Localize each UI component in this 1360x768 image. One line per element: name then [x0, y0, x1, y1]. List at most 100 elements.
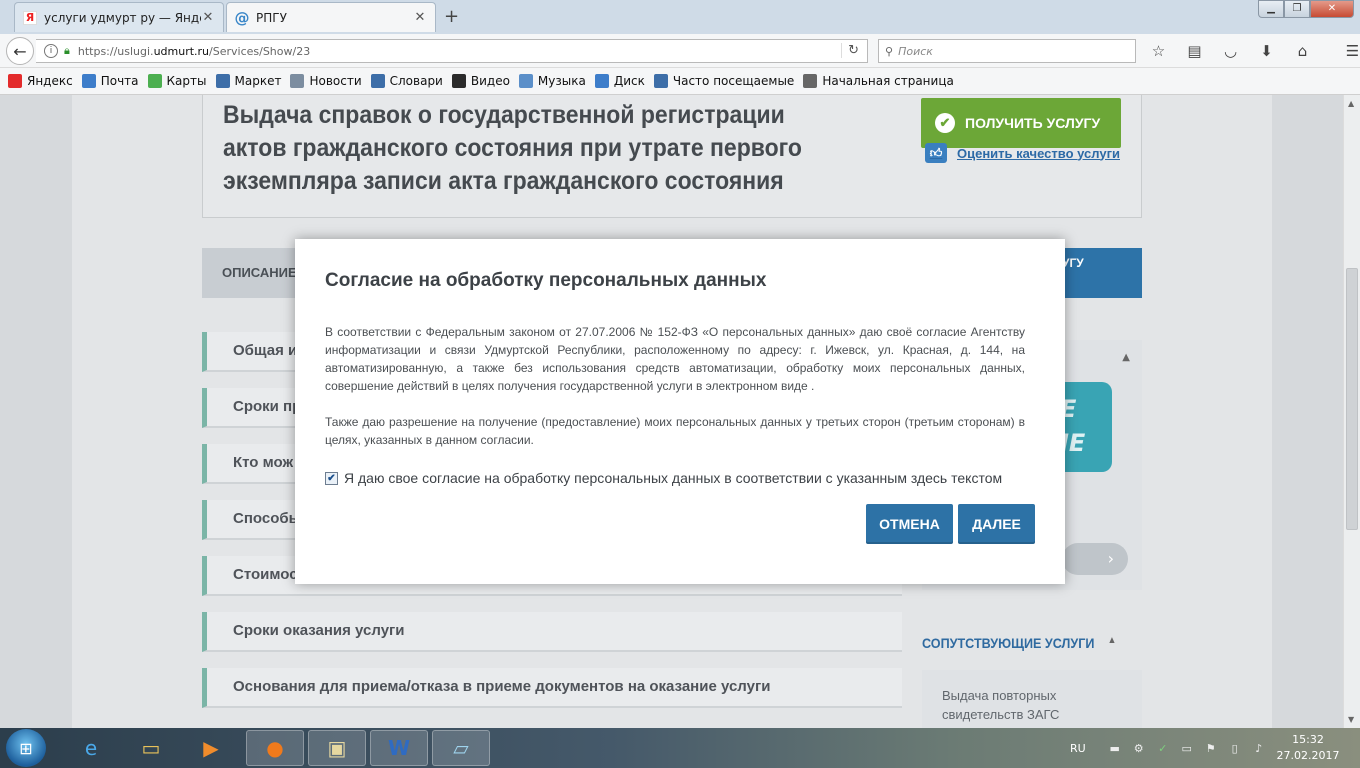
related-services-label: СОПУТСТВУЮЩИЕ УСЛУГИ	[922, 635, 1095, 651]
accordion-grounds[interactable]: Основания для приема/отказа в приеме док…	[202, 668, 902, 708]
dialog-body: В соответствии с Федеральным законом от …	[325, 323, 1025, 449]
navigation-bar: ← i 🔒︎ https://uslugi. udmurt.ru/Services…	[0, 34, 1360, 68]
video-icon	[451, 74, 466, 88]
antivirus-icon[interactable]: ✓	[1156, 742, 1170, 755]
consent-paragraph: В соответствии с Федеральным законом от …	[325, 325, 1025, 393]
tab-bar: Я услуги удмурт ру — Янде... ✕ @ РПГУ ✕ …	[0, 0, 1360, 34]
system-clock[interactable]: 15:32 27.02.2017	[1268, 732, 1348, 764]
bookmark-star-icon[interactable]: ☆	[1148, 42, 1169, 60]
service-title: Выдача справок о государственной регистр…	[223, 101, 802, 195]
search-input[interactable]: ⚲ Поиск	[878, 39, 1136, 63]
info-icon[interactable]: i	[44, 44, 58, 58]
maps-icon	[147, 74, 162, 88]
bookmark-label: Карты	[166, 74, 207, 88]
scroll-down-icon[interactable]: ▼	[1348, 715, 1354, 724]
bookmark-item[interactable]: Маркет	[215, 74, 282, 88]
file-explorer-icon[interactable]: ▭	[122, 730, 180, 766]
media-player-icon[interactable]: ▶	[182, 730, 240, 766]
new-tab-icon[interactable]: +	[444, 6, 459, 27]
get-service-label: ПОЛУЧИТЬ УСЛУГУ	[965, 115, 1101, 131]
download-icon[interactable]: ⬇	[1256, 42, 1277, 60]
bookmark-label: Музыка	[537, 74, 586, 88]
volume-icon[interactable]: ♪	[1252, 742, 1266, 755]
yandex-icon	[8, 74, 22, 88]
taskbar: ⊞ e ▭ ▶ ● ▣ W ▱ RU ▬ ⚙ ✓ ▭ ⚑ ▯ ♪ 15:32 2…	[0, 728, 1360, 768]
bookmark-label: Маркет	[234, 74, 282, 88]
restore-icon[interactable]: ❐	[1284, 0, 1310, 18]
bookmark-item[interactable]: Начальная страница	[803, 74, 954, 88]
collapse-caret-icon[interactable]: ▲	[1107, 635, 1116, 646]
bookmark-label: Диск	[613, 74, 645, 88]
bookmark-item[interactable]: Карты	[147, 74, 207, 88]
close-window-icon[interactable]: ✕	[1310, 0, 1354, 18]
firefox-icon[interactable]: ●	[246, 730, 304, 766]
internet-explorer-icon[interactable]: e	[62, 730, 120, 766]
minimize-icon[interactable]: ▁	[1258, 0, 1284, 18]
windows-start-icon[interactable]: ⊞	[6, 729, 46, 767]
close-tab-icon[interactable]: ✕	[201, 10, 215, 25]
network-icon[interactable]: ▭	[1180, 742, 1194, 755]
mail-icon	[81, 74, 96, 88]
scroll-up-icon[interactable]: ▲	[1348, 99, 1354, 108]
bookmark-label: Яндекс	[27, 74, 73, 88]
tab-get-service[interactable]: УГУ	[1052, 248, 1142, 298]
settings-icon[interactable]: ⚙	[1132, 742, 1146, 755]
bookmark-item[interactable]: Музыка	[518, 74, 586, 88]
back-arrow-icon[interactable]: ←	[6, 37, 34, 65]
toolbar-icons: ☆ ▤ ◡ ⬇ ⌂ ☰	[1148, 42, 1360, 60]
collapse-caret-icon[interactable]: ▲	[1122, 352, 1130, 363]
bookmark-item[interactable]: Диск	[594, 74, 645, 88]
bookmark-item[interactable]: Почта	[81, 74, 139, 88]
url-prefix: https://uslugi.	[77, 44, 154, 58]
home-icon[interactable]: ⌂	[1292, 42, 1313, 60]
word-icon[interactable]: W	[370, 730, 428, 766]
consent-checkbox-row[interactable]: ✔ Я даю свое согласие на обработку персо…	[325, 470, 1002, 486]
page-scrollbar[interactable]: ▲ ▼	[1343, 95, 1360, 728]
bookmark-item[interactable]: Часто посещаемые	[653, 74, 794, 88]
lock-icon[interactable]: 🔒︎	[64, 44, 70, 58]
thumbs-up-icon: 👍︎	[925, 143, 947, 163]
service-header: Выдача справок о государственной регистр…	[202, 95, 1142, 218]
clock-date: 27.02.2017	[1276, 749, 1340, 762]
reload-icon[interactable]: ↻	[841, 43, 859, 58]
get-service-button[interactable]: ✔ ПОЛУЧИТЬ УСЛУГУ	[921, 98, 1121, 148]
bookmark-label: Словари	[389, 74, 443, 88]
notepad-icon[interactable]: ▱	[432, 730, 490, 766]
system-tray: RU ▬ ⚙ ✓ ▭ ⚑ ▯ ♪	[1070, 728, 1266, 768]
related-service-item[interactable]: Выдача повторных свидетельств ЗАГС	[922, 670, 1142, 728]
next-button[interactable]: ДАЛЕЕ	[958, 504, 1035, 544]
bookmark-item[interactable]: Яндекс	[8, 74, 73, 88]
bookmark-item[interactable]: Словари	[370, 74, 443, 88]
close-tab-icon[interactable]: ✕	[413, 10, 427, 25]
keyboard-icon[interactable]: ▬	[1108, 742, 1122, 755]
dictionary-icon	[370, 74, 385, 88]
clock-time: 15:32	[1292, 733, 1324, 746]
pocket-icon[interactable]: ◡	[1220, 42, 1241, 60]
bookmarks-bar: Яндекс Почта Карты Маркет Новости Словари Виде…	[0, 68, 1360, 95]
browser-tab-title: услуги удмурт ру — Янде...	[44, 10, 201, 25]
music-icon	[518, 74, 533, 88]
consent-checkbox[interactable]: ✔	[325, 471, 338, 485]
accordion-service-terms[interactable]: Сроки оказания услуги	[202, 612, 902, 652]
window-controls: ▁ ❐ ✕	[1258, 0, 1354, 18]
scrollbar-thumb[interactable]	[1346, 268, 1358, 530]
monitor-icon[interactable]: ▯	[1228, 742, 1242, 755]
bookmark-item[interactable]: Новости	[290, 74, 362, 88]
language-indicator[interactable]: RU	[1070, 742, 1086, 755]
cancel-button[interactable]: ОТМЕНА	[866, 504, 953, 544]
tab-description[interactable]: ОПИСАНИЕ	[222, 248, 297, 298]
rate-service-link[interactable]: 👍︎ Оценить качество услуги	[925, 143, 1120, 163]
consent-dialog: Согласие на обработку персональных данны…	[295, 239, 1065, 584]
address-bar[interactable]: i 🔒︎ https://uslugi. udmurt.ru/Services/S…	[36, 39, 868, 63]
menu-icon[interactable]: ☰	[1342, 42, 1360, 60]
image-viewer-icon[interactable]: ▣	[308, 730, 366, 766]
bookmark-label: Новости	[309, 74, 362, 88]
reading-list-icon[interactable]: ▤	[1184, 42, 1205, 60]
flag-icon[interactable]: ⚑	[1204, 742, 1218, 755]
browser-tab-rpgu[interactable]: @ РПГУ ✕	[226, 2, 436, 32]
bookmark-item[interactable]: Видео	[451, 74, 510, 88]
consent-checkbox-label[interactable]: Я даю свое согласие на обработку персона…	[344, 470, 1002, 486]
browser-tab-yandex[interactable]: Я услуги удмурт ру — Янде... ✕	[14, 2, 224, 32]
carousel-next-icon[interactable]: ›	[1062, 543, 1128, 575]
yandex-icon: Я	[23, 10, 37, 25]
